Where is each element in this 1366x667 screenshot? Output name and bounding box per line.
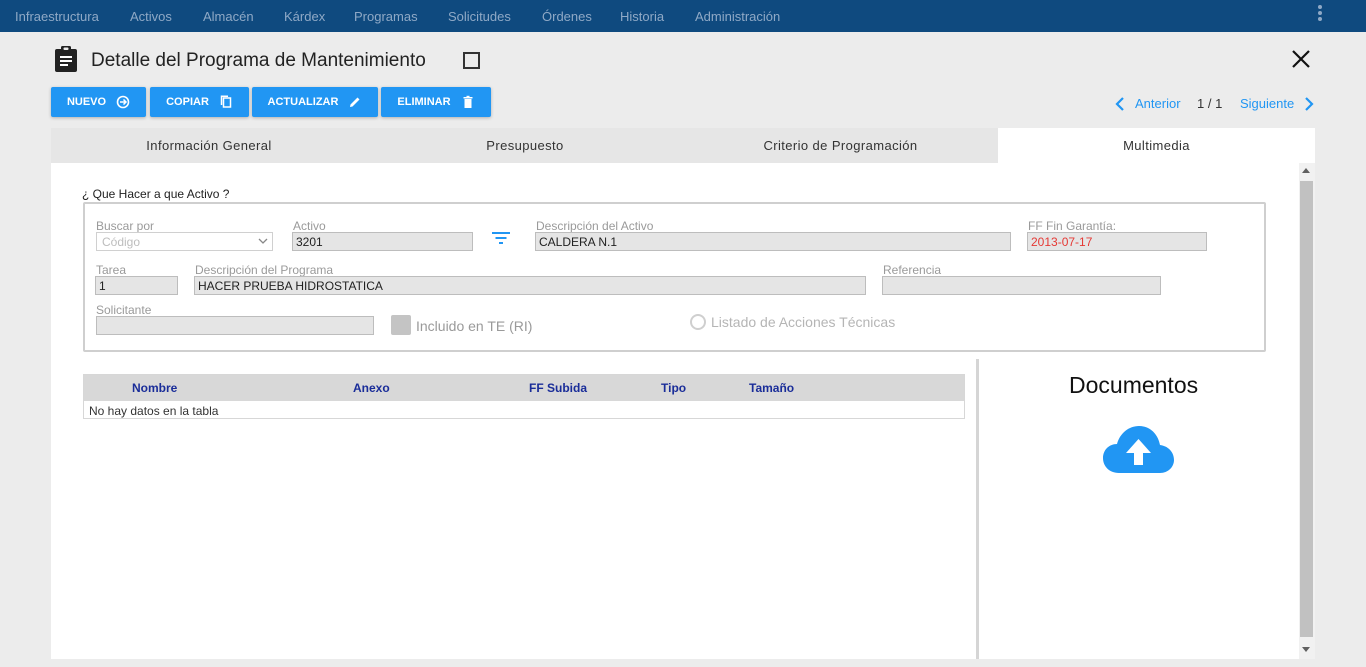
listado-acciones-label: Listado de Acciones Técnicas [711, 314, 896, 330]
edit-icon [350, 97, 360, 107]
incluido-te-checkbox[interactable] [391, 315, 411, 335]
descripcion-programa-label: Descripción del Programa [195, 263, 334, 277]
copy-icon [220, 95, 232, 108]
scroll-up-arrow-icon[interactable] [1302, 168, 1310, 173]
nav-item-historia[interactable]: Historia [620, 9, 664, 24]
descripcion-programa-field[interactable]: HACER PRUEBA HIDROSTATICA [194, 276, 866, 295]
referencia-label: Referencia [883, 263, 942, 277]
column-nombre[interactable]: Nombre [132, 381, 177, 395]
documents-title: Documentos [1069, 372, 1199, 398]
scroll-down-arrow-icon[interactable] [1302, 647, 1310, 652]
chevron-down-icon [258, 238, 268, 244]
descripcion-activo-field[interactable]: CALDERA N.1 [535, 232, 1011, 251]
solicitante-label: Solicitante [96, 303, 152, 317]
panel-divider [976, 359, 979, 659]
eliminar-button-label: ELIMINAR [397, 96, 451, 108]
referencia-field[interactable] [882, 276, 1161, 295]
more-vert-icon[interactable] [1314, 5, 1326, 25]
cloud-upload-icon[interactable] [1103, 426, 1174, 474]
attachments-table: Nombre Anexo FF Subida Tipo Tamaño No ha… [83, 374, 965, 419]
ff-fin-garantia-label: FF Fin Garantía: [1028, 219, 1117, 233]
nav-item-almacen[interactable]: Almacén [203, 9, 254, 24]
copiar-button[interactable]: COPIAR [150, 87, 249, 117]
page-title: Detalle del Programa de Mantenimiento [91, 50, 426, 71]
tab-bar: Información General Presupuesto Criterio… [51, 128, 1315, 163]
chevron-right-icon[interactable] [1303, 96, 1315, 112]
tarea-field[interactable]: 1 [95, 276, 178, 295]
scrollbar-thumb[interactable] [1300, 181, 1313, 637]
buscar-por-value: Código [102, 235, 141, 249]
nav-item-administracion[interactable]: Administración [695, 9, 780, 24]
close-icon[interactable] [1289, 47, 1313, 71]
tab-informacion-general[interactable]: Información General [51, 128, 367, 163]
buscar-por-select[interactable]: Código [96, 232, 273, 251]
table-empty-message: No hay datos en la tabla [89, 404, 219, 418]
trash-icon [463, 95, 473, 108]
actualizar-button[interactable]: ACTUALIZAR [252, 87, 378, 117]
nav-item-activos[interactable]: Activos [130, 9, 172, 24]
descripcion-activo-label: Descripción del Activo [536, 219, 654, 233]
chevron-left-icon[interactable] [1114, 96, 1126, 112]
column-ff-subida[interactable]: FF Subida [529, 381, 587, 395]
nav-item-ordenes[interactable]: Órdenes [542, 9, 592, 24]
table-header: Nombre Anexo FF Subida Tipo Tamaño [84, 375, 964, 401]
column-tamano[interactable]: Tamaño [749, 381, 794, 395]
actualizar-button-label: ACTUALIZAR [267, 96, 339, 108]
incluido-te-label: Incluido en TE (RI) [416, 318, 533, 334]
tab-criterio-programacion[interactable]: Criterio de Programación [683, 128, 998, 163]
siguiente-link[interactable]: Siguiente [1240, 96, 1294, 111]
listado-acciones-radio[interactable] [690, 314, 706, 330]
nuevo-button-label: NUEVO [66, 96, 107, 108]
column-tipo[interactable]: Tipo [661, 381, 686, 395]
nuevo-button[interactable]: NUEVO [51, 87, 146, 117]
tarea-label: Tarea [96, 263, 127, 277]
activo-field[interactable]: 3201 [292, 232, 473, 251]
nav-item-kardex[interactable]: Kárdex [284, 9, 325, 24]
tab-presupuesto[interactable]: Presupuesto [367, 128, 683, 163]
page-count: 1 / 1 [1197, 96, 1223, 111]
nav-item-infraestructura[interactable]: Infraestructura [15, 9, 99, 24]
column-anexo[interactable]: Anexo [353, 381, 390, 395]
activo-label: Activo [293, 219, 326, 233]
anterior-link[interactable]: Anterior [1135, 96, 1181, 111]
ff-fin-garantia-field[interactable]: 2013-07-17 [1027, 232, 1207, 251]
buscar-por-label: Buscar por [96, 219, 155, 233]
add-circle-icon [116, 95, 130, 109]
filter-icon[interactable] [492, 231, 510, 245]
nav-item-programas[interactable]: Programas [354, 9, 418, 24]
tab-multimedia[interactable]: Multimedia [998, 128, 1315, 163]
clipboard-icon [54, 46, 78, 72]
title-checkbox[interactable] [463, 52, 480, 69]
eliminar-button[interactable]: ELIMINAR [381, 87, 491, 117]
nav-item-solicitudes[interactable]: Solicitudes [448, 9, 511, 24]
top-nav: Infraestructura Activos Almacén Kárdex P… [0, 0, 1366, 32]
copiar-button-label: COPIAR [166, 96, 209, 108]
solicitante-field[interactable] [96, 316, 374, 335]
section-label: ¿ Que Hacer a que Activo ? [82, 187, 230, 201]
